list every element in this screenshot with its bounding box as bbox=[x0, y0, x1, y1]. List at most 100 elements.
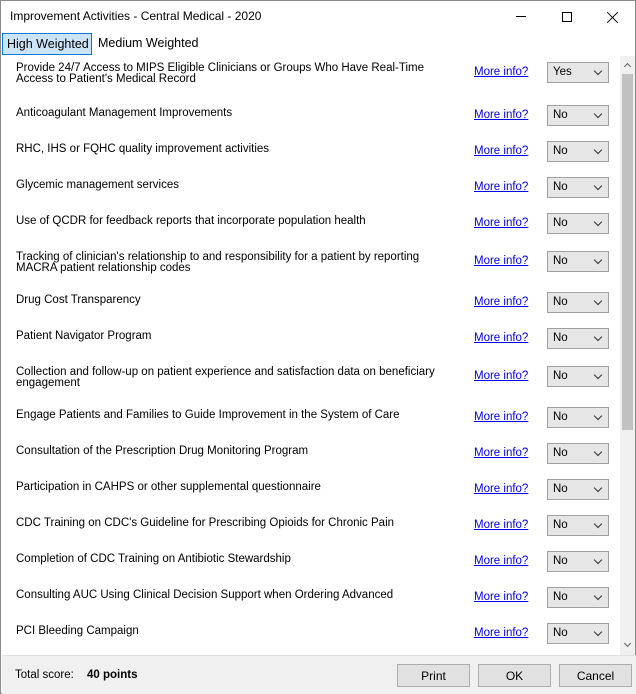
activities-list: Provide 24/7 Access to MIPS Eligible Cli… bbox=[2, 56, 620, 655]
more-info-link[interactable]: More info? bbox=[474, 411, 528, 423]
select-value: No bbox=[553, 370, 568, 382]
activity-row: Consultation of the Prescription Drug Mo… bbox=[2, 440, 620, 476]
select-value: No bbox=[553, 519, 568, 531]
activity-select[interactable]: No bbox=[547, 328, 609, 349]
activity-label: Consultation of the Prescription Drug Mo… bbox=[16, 445, 309, 457]
tab-high-weighted[interactable]: High Weighted bbox=[2, 33, 92, 55]
scroll-up-button[interactable] bbox=[620, 56, 635, 73]
close-button[interactable] bbox=[590, 1, 636, 32]
select-value: No bbox=[553, 627, 568, 639]
activity-row: Use of QCDR for feedback reports that in… bbox=[2, 210, 620, 246]
activity-label: Anticoagulant Management Improvements bbox=[16, 107, 233, 119]
chevron-down-icon bbox=[593, 66, 603, 76]
total-score-label: Total score: bbox=[15, 669, 74, 681]
weight-tabs: High Weighted Medium Weighted bbox=[1, 32, 635, 55]
select-value: No bbox=[553, 483, 568, 495]
chevron-down-icon bbox=[593, 555, 603, 565]
activity-select[interactable]: No bbox=[547, 141, 609, 162]
activity-row: Anticoagulant Management Improvements Mor… bbox=[2, 102, 620, 138]
minimize-button[interactable] bbox=[498, 1, 544, 32]
select-value: No bbox=[553, 217, 568, 229]
chevron-down-icon bbox=[593, 181, 603, 191]
improvement-activities-window: Improvement Activities - Central Medical… bbox=[0, 0, 636, 694]
chevron-down-icon bbox=[593, 255, 603, 265]
cancel-button[interactable]: Cancel bbox=[559, 664, 632, 687]
total-score-value: 40 points bbox=[87, 669, 138, 681]
more-info-link[interactable]: More info? bbox=[474, 181, 528, 193]
activity-label: Completion of CDC Training on Antibiotic… bbox=[16, 553, 291, 565]
more-info-link[interactable]: More info? bbox=[474, 332, 528, 344]
activity-select[interactable]: No bbox=[547, 515, 609, 536]
more-info-link[interactable]: More info? bbox=[474, 109, 528, 121]
select-value: No bbox=[553, 296, 568, 308]
select-value: No bbox=[553, 411, 568, 423]
activity-select[interactable]: No bbox=[547, 623, 609, 644]
activity-label: Consulting AUC Using Clinical Decision S… bbox=[16, 589, 394, 601]
chevron-down-icon bbox=[593, 411, 603, 421]
activity-row: Drug Cost Transparency More info? No bbox=[2, 289, 620, 325]
activity-select[interactable]: No bbox=[547, 292, 609, 313]
activity-row: CDC Training on CDC's Guideline for Pres… bbox=[2, 512, 620, 548]
print-button[interactable]: Print bbox=[397, 664, 470, 687]
chevron-down-icon bbox=[593, 145, 603, 155]
activity-label: Engage Patients and Families to Guide Im… bbox=[16, 409, 400, 421]
activity-select[interactable]: No bbox=[547, 251, 609, 272]
select-value: Yes bbox=[553, 66, 572, 78]
chevron-down-icon bbox=[593, 370, 603, 380]
activity-select[interactable]: Yes bbox=[547, 62, 609, 83]
title-bar: Improvement Activities - Central Medical… bbox=[1, 1, 635, 32]
activity-select[interactable]: No bbox=[547, 587, 609, 608]
activity-select[interactable]: No bbox=[547, 177, 609, 198]
more-info-link[interactable]: More info? bbox=[474, 483, 528, 495]
more-info-link[interactable]: More info? bbox=[474, 627, 528, 639]
select-value: No bbox=[553, 591, 568, 603]
select-value: No bbox=[553, 555, 568, 567]
activity-select[interactable]: No bbox=[547, 366, 609, 387]
tab-medium-weighted[interactable]: Medium Weighted bbox=[94, 33, 204, 55]
more-info-link[interactable]: More info? bbox=[474, 217, 528, 229]
activity-row: Patient Navigator Program More info? No bbox=[2, 325, 620, 361]
minimize-icon bbox=[516, 16, 526, 17]
activity-label: Patient Navigator Program bbox=[16, 330, 152, 342]
chevron-down-icon bbox=[593, 591, 603, 601]
activity-select[interactable]: No bbox=[547, 479, 609, 500]
activity-select[interactable]: No bbox=[547, 105, 609, 126]
activity-row: Consulting AUC Using Clinical Decision S… bbox=[2, 584, 620, 620]
activity-select[interactable]: No bbox=[547, 443, 609, 464]
activity-row: Glycemic management services More info? No bbox=[2, 174, 620, 210]
ok-button[interactable]: OK bbox=[478, 664, 551, 687]
activity-label: RHC, IHS or FQHC quality improvement act… bbox=[16, 143, 270, 155]
close-icon bbox=[607, 11, 619, 23]
activity-label: CDC Training on CDC's Guideline for Pres… bbox=[16, 517, 395, 529]
scroll-down-button[interactable] bbox=[620, 638, 635, 655]
chevron-down-icon bbox=[593, 296, 603, 306]
chevron-down-icon bbox=[593, 217, 603, 227]
more-info-link[interactable]: More info? bbox=[474, 66, 528, 78]
activity-label: Glycemic management services bbox=[16, 179, 179, 191]
more-info-link[interactable]: More info? bbox=[474, 255, 528, 267]
select-value: No bbox=[553, 109, 568, 121]
more-info-link[interactable]: More info? bbox=[474, 447, 528, 459]
activity-select[interactable]: No bbox=[547, 213, 609, 234]
chevron-down-icon bbox=[593, 109, 603, 119]
select-value: No bbox=[553, 447, 568, 459]
activity-label: Tracking of clinician's relationship to … bbox=[16, 251, 420, 274]
more-info-link[interactable]: More info? bbox=[474, 591, 528, 603]
activity-row: PCI Bleeding Campaign More info? No bbox=[2, 620, 620, 655]
maximize-button[interactable] bbox=[544, 1, 590, 32]
vertical-scrollbar[interactable] bbox=[620, 56, 635, 655]
select-value: No bbox=[553, 181, 568, 193]
activity-select[interactable]: No bbox=[547, 551, 609, 572]
more-info-link[interactable]: More info? bbox=[474, 296, 528, 308]
activity-label: Use of QCDR for feedback reports that in… bbox=[16, 215, 366, 227]
more-info-link[interactable]: More info? bbox=[474, 519, 528, 531]
scroll-thumb[interactable] bbox=[622, 74, 633, 430]
window-title: Improvement Activities - Central Medical… bbox=[10, 9, 262, 23]
more-info-link[interactable]: More info? bbox=[474, 145, 528, 157]
more-info-link[interactable]: More info? bbox=[474, 555, 528, 567]
more-info-link[interactable]: More info? bbox=[474, 370, 528, 382]
activity-row: Tracking of clinician's relationship to … bbox=[2, 246, 620, 282]
chevron-down-icon bbox=[623, 639, 632, 648]
activity-label: Provide 24/7 Access to MIPS Eligible Cli… bbox=[16, 62, 424, 85]
activity-select[interactable]: No bbox=[547, 407, 609, 428]
